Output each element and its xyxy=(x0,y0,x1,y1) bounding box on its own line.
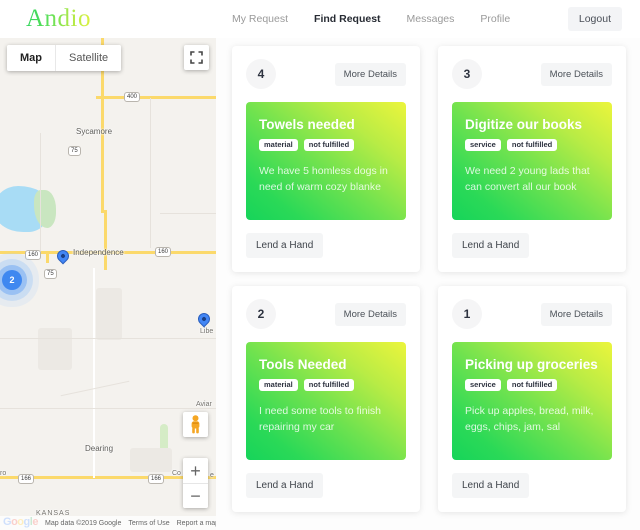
request-card[interactable]: 4 More Details Towels needed material no… xyxy=(232,46,420,272)
map-type-button-map[interactable]: Map xyxy=(7,45,55,71)
request-detail-panel: Picking up groceries service not fulfill… xyxy=(452,342,612,460)
category-badge: material xyxy=(259,378,298,392)
map-label-ro: ro xyxy=(0,470,7,477)
request-card[interactable]: 1 More Details Picking up groceries serv… xyxy=(438,286,626,512)
map-attribution-bar: Map data ©2019 Google Terms of Use Repor… xyxy=(0,516,216,530)
more-details-button[interactable]: More Details xyxy=(540,302,612,326)
request-card[interactable]: 2 More Details Tools Needed material not… xyxy=(232,286,420,512)
map-marker-pin[interactable] xyxy=(195,310,213,328)
highway-shield-75: 75 xyxy=(68,146,81,156)
nav-item-profile[interactable]: Profile xyxy=(480,13,510,25)
highway-shield-160: 160 xyxy=(25,250,42,260)
map-canvas[interactable]: 400 75 160 160 75 166 166 Sycamore Indep… xyxy=(0,38,216,530)
map-label-dearing: Dearing xyxy=(85,444,114,453)
fullscreen-icon xyxy=(190,51,203,64)
request-description: Pick up apples, bread, milk, eggs, chips… xyxy=(465,405,594,434)
card-header: 3 More Details xyxy=(452,59,612,89)
lend-a-hand-button[interactable]: Lend a Hand xyxy=(246,473,324,498)
highway-shield-166: 166 xyxy=(148,474,165,484)
nav-links: My Request Find Request Messages Profile xyxy=(232,13,510,25)
highway-shield-75: 75 xyxy=(44,269,57,279)
card-header: 2 More Details xyxy=(246,299,406,329)
street-view-button[interactable] xyxy=(183,412,208,437)
highway-road xyxy=(96,96,216,99)
zoom-out-button[interactable]: − xyxy=(183,483,208,508)
request-detail-panel: Tools Needed material not fulfilled I ne… xyxy=(246,342,406,460)
status-badge: not fulfilled xyxy=(303,378,355,392)
more-details-button[interactable]: More Details xyxy=(540,62,612,86)
terms-of-use-link[interactable]: Terms of Use xyxy=(128,520,169,527)
request-detail-panel: Digitize our books service not fulfilled… xyxy=(452,102,612,220)
map-label-sycamore: Sycamore xyxy=(76,127,113,136)
map-label-liberty: Libe xyxy=(200,328,214,335)
zoom-in-button[interactable]: + xyxy=(183,458,208,483)
map-panel[interactable]: 400 75 160 160 75 166 166 Sycamore Indep… xyxy=(0,38,216,530)
report-map-error-link[interactable]: Report a map error xyxy=(177,520,216,527)
highway-road xyxy=(46,251,49,263)
map-label-e: e xyxy=(210,472,214,479)
more-details-button[interactable]: More Details xyxy=(334,62,406,86)
highway-shield-160: 160 xyxy=(155,247,172,257)
request-badges: service not fulfilled xyxy=(465,378,599,392)
nav-item-messages[interactable]: Messages xyxy=(407,13,455,25)
status-badge: not fulfilled xyxy=(506,378,558,392)
urban-area xyxy=(96,288,122,340)
map-data-credit: Map data ©2019 Google xyxy=(45,519,122,527)
urban-area xyxy=(130,448,172,472)
lend-a-hand-button[interactable]: Lend a Hand xyxy=(452,233,530,258)
map-label-aviary: Aviar xyxy=(196,401,212,408)
request-badges: material not fulfilled xyxy=(259,138,393,152)
status-badge: not fulfilled xyxy=(506,138,558,152)
request-number-badge: 4 xyxy=(246,59,276,89)
brand-logo[interactable]: Andio xyxy=(26,5,91,33)
status-badge: not fulfilled xyxy=(303,138,355,152)
map-type-control: Map Satellite xyxy=(7,45,122,71)
request-cards-grid: 4 More Details Towels needed material no… xyxy=(216,38,640,530)
map-type-button-satellite[interactable]: Satellite xyxy=(55,45,122,71)
top-navbar: Andio My Request Find Request Messages P… xyxy=(0,0,640,38)
highway-shield-166: 166 xyxy=(18,474,35,484)
category-badge: material xyxy=(259,138,298,152)
request-title: Digitize our books xyxy=(465,117,583,132)
minor-road xyxy=(60,380,130,397)
lend-a-hand-button[interactable]: Lend a Hand xyxy=(452,473,530,498)
request-description: We need 2 young lads that can convert al… xyxy=(465,165,590,194)
request-title: Towels needed xyxy=(259,117,355,132)
request-badges: material not fulfilled xyxy=(259,378,393,392)
card-header: 1 More Details xyxy=(452,299,612,329)
map-marker-cluster[interactable]: 2 xyxy=(2,270,22,290)
request-card[interactable]: 3 More Details Digitize our books servic… xyxy=(438,46,626,272)
highway-shield-400: 400 xyxy=(124,92,141,102)
minor-road xyxy=(40,133,41,253)
urban-area xyxy=(38,328,72,370)
minor-road xyxy=(160,213,216,214)
more-details-button[interactable]: More Details xyxy=(334,302,406,326)
fullscreen-button[interactable] xyxy=(184,45,209,70)
page-body: 400 75 160 160 75 166 166 Sycamore Indep… xyxy=(0,38,640,530)
map-label-co: Co xyxy=(172,470,181,477)
map-zoom-control: + − xyxy=(183,458,208,508)
request-badges: service not fulfilled xyxy=(465,138,599,152)
nav-item-my-request[interactable]: My Request xyxy=(232,13,288,25)
logout-button[interactable]: Logout xyxy=(567,7,622,31)
category-badge: service xyxy=(465,138,501,152)
lend-a-hand-button[interactable]: Lend a Hand xyxy=(246,233,324,258)
request-number-badge: 2 xyxy=(246,299,276,329)
request-description: We have 5 homless dogs in need of warm c… xyxy=(259,165,388,194)
request-number-badge: 3 xyxy=(452,59,482,89)
nav-item-find-request[interactable]: Find Request xyxy=(314,13,381,25)
request-detail-panel: Towels needed material not fulfilled We … xyxy=(246,102,406,220)
request-title: Tools Needed xyxy=(259,357,347,372)
map-label-independence: Independence xyxy=(73,248,124,257)
minor-road xyxy=(0,338,216,339)
card-header: 4 More Details xyxy=(246,59,406,89)
category-badge: service xyxy=(465,378,501,392)
request-number-badge: 1 xyxy=(452,299,482,329)
street-view-pegman-icon xyxy=(191,415,200,434)
minor-road xyxy=(0,408,216,409)
minor-road xyxy=(150,98,151,248)
request-title: Picking up groceries xyxy=(465,357,598,372)
highway-road xyxy=(104,210,107,270)
request-description: I need some tools to finish repairing my… xyxy=(259,405,381,434)
